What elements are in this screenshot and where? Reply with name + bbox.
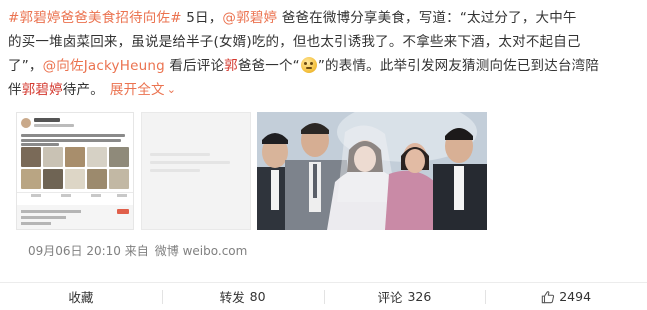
placeholder-thumbnail[interactable]	[141, 112, 251, 230]
mention-link-guo[interactable]: @郭碧婷	[222, 10, 277, 26]
repost-button[interactable]: 转发 80	[161, 283, 324, 310]
post-meta: 09月06日 20:10 来自 微博 weibo.com	[28, 242, 247, 259]
source-prefix: 来自	[124, 244, 149, 258]
post-text: #郭碧婷爸爸美食招待向佐# 5日，@郭碧婷 爸爸在微博分享美食，写道：“太过分了…	[8, 6, 640, 103]
action-bar: 收藏 转发 80 评论 326 2494	[0, 282, 647, 310]
wedding-photo-illustration	[257, 112, 487, 230]
source-link[interactable]: 微博 weibo.com	[155, 244, 248, 258]
topic-link[interactable]: #郭碧婷爸爸美食招待向佐#	[8, 10, 182, 26]
highlight-keyword: 郭碧婷	[21, 82, 63, 98]
repost-count: 80	[249, 289, 266, 304]
avatar	[21, 118, 31, 128]
comment-count: 326	[407, 289, 432, 304]
thumb-header	[21, 117, 129, 131]
comment-label: 评论	[377, 290, 403, 305]
post-line-1: #郭碧婷爸爸美食招待向佐# 5日，@郭碧婷 爸爸在微博分享美食，写道：“太过分了…	[8, 10, 577, 26]
screenshot-thumbnail[interactable]	[16, 112, 134, 230]
like-count: 2494	[559, 289, 592, 304]
like-button[interactable]: 2494	[485, 283, 647, 310]
wedding-photo-thumbnail[interactable]	[257, 112, 487, 230]
post-time-link[interactable]: 09月06日 20:10	[28, 244, 121, 258]
highlight-keyword: 郭	[224, 58, 238, 74]
expand-full-text-link[interactable]: 展开全文 ⌄	[110, 82, 176, 98]
post-line-3: 了”，@向佐JackyHeung 看后评论郭爸爸一个“ ”的表情。此举引发网友猜测…	[8, 57, 600, 74]
mention-link-xiangzuo[interactable]: @向佐JackyHeung	[43, 58, 165, 74]
post-line-2: 的买一堆卤菜回来，虽说是给半子(女婿)吃的，但也太引诱我了。不拿些来下酒，太对不…	[8, 34, 581, 50]
chevron-down-icon: ⌄	[166, 83, 177, 96]
favorite-label: 收藏	[68, 290, 94, 305]
thumbs-up-icon	[542, 290, 555, 303]
favorite-button[interactable]: 收藏	[0, 283, 162, 310]
food-photo-grid	[21, 147, 129, 189]
repost-label: 转发	[219, 290, 245, 305]
comment-button[interactable]: 评论 326	[323, 283, 486, 310]
thinking-emoji-icon	[300, 57, 317, 73]
post-line-4: 伴郭碧婷待产。 展开全文 ⌄	[8, 78, 640, 103]
